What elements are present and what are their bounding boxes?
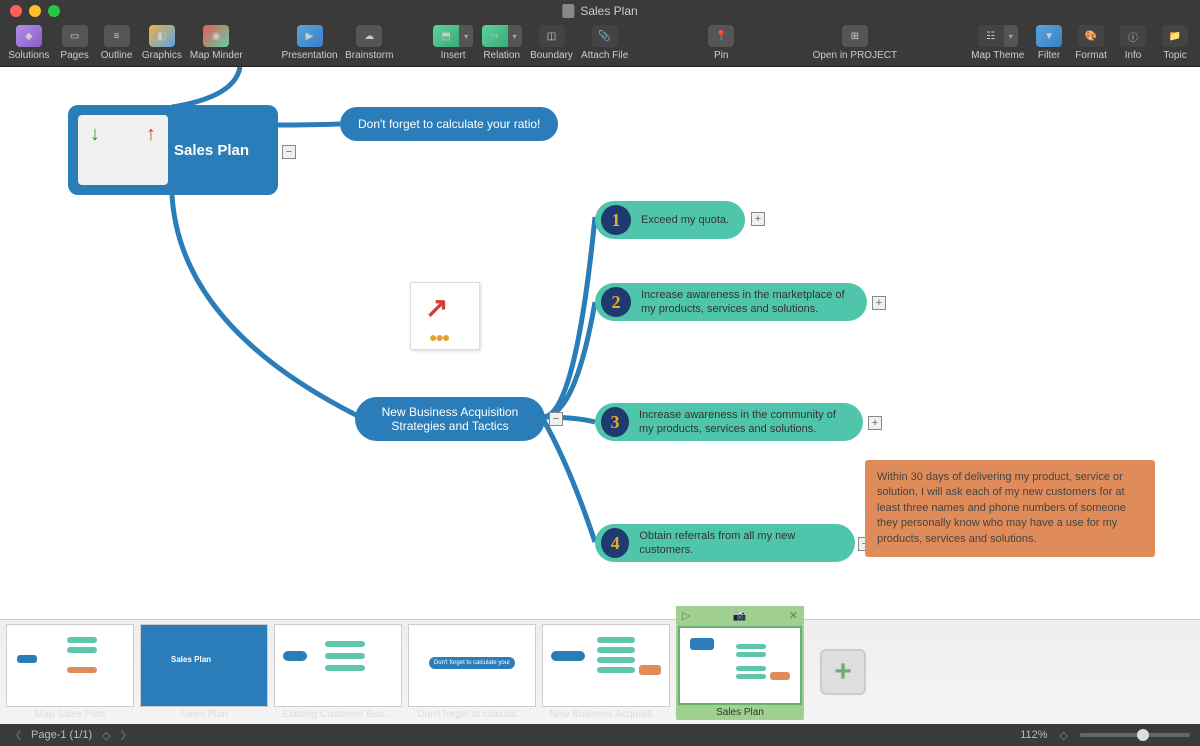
note-box[interactable]: Within 30 days of delivering my product,… [865, 460, 1155, 557]
slide-thumbnail-active[interactable]: ▷ 📷 ✕ Sales Plan [676, 624, 804, 720]
leaf-2-expand-toggle[interactable]: + [872, 296, 886, 310]
solutions-button[interactable]: ◆Solutions [6, 25, 52, 61]
relation-button[interactable]: ⤳▾Relation [479, 25, 524, 61]
outline-icon: ≡ [104, 25, 130, 47]
add-slide-button[interactable]: + [820, 649, 866, 695]
play-slide-icon[interactable]: ▷ [682, 609, 690, 622]
callout-note[interactable]: Don't forget to calculate your ratio! [340, 107, 558, 141]
root-collapse-toggle[interactable]: − [282, 145, 296, 159]
boundary-button[interactable]: ◫Boundary [528, 25, 575, 61]
slide-caption: Sales Plan [140, 707, 268, 720]
map-minder-button[interactable]: ◉Map Minder [188, 25, 244, 61]
subtopic[interactable]: New Business Acquisition Strategies and … [355, 397, 545, 441]
next-page-button[interactable]: 〉 [121, 727, 132, 743]
relation-dropdown[interactable]: ▾ [508, 25, 522, 47]
format-icon: 🎨 [1078, 25, 1104, 47]
zoom-slider[interactable] [1080, 733, 1190, 737]
leaf-2-label: Increase awareness in the marketplace of… [641, 288, 851, 317]
camera-icon[interactable]: 📷 [733, 609, 747, 622]
root-topic[interactable]: Sales Plan [68, 105, 278, 195]
slide-caption: Sales Plan [678, 705, 802, 718]
document-icon [562, 4, 574, 18]
map-theme-button[interactable]: ☷▾Map Theme [969, 25, 1026, 61]
zoom-stepper[interactable]: ◇ [1060, 729, 1068, 742]
insert-dropdown[interactable]: ▾ [459, 25, 473, 47]
subtopic-label: New Business Acquisition Strategies and … [365, 405, 535, 433]
badge-1-icon: 1 [601, 205, 631, 235]
leaf-topic-2[interactable]: 2 Increase awareness in the marketplace … [595, 283, 867, 321]
brainstorm-button[interactable]: ☁Brainstorm [343, 25, 395, 61]
map-minder-icon: ◉ [203, 25, 229, 47]
leaf-1-label: Exceed my quota. [641, 213, 729, 227]
insert-icon: ⬒ [433, 25, 459, 47]
slide-thumbnail[interactable]: Sales Plan Sales Plan [140, 624, 268, 720]
slide-tools: ▷ 📷 ✕ [676, 606, 804, 624]
filter-button[interactable]: ▼Filter [1030, 25, 1068, 61]
pin-button[interactable]: 📍Pin [702, 25, 740, 61]
format-button[interactable]: 🎨Format [1072, 25, 1110, 61]
slide-thumbnail[interactable]: Don't forget to calculate your ratio! Do… [408, 624, 536, 720]
root-topic-image [78, 115, 168, 185]
presentation-icon: ▶ [297, 25, 323, 47]
window-zoom-button[interactable] [48, 5, 60, 17]
relation-icon: ⤳ [482, 25, 508, 47]
attach-file-icon: 📎 [592, 25, 618, 47]
zoom-level: 112% [1020, 729, 1047, 741]
topic-icon: 📁 [1162, 25, 1188, 47]
leaf-topic-4[interactable]: 4 Obtain referrals from all my new custo… [595, 524, 855, 562]
window-title: Sales Plan [562, 4, 637, 18]
open-project-button[interactable]: ⊞Open in PROJECT [812, 25, 897, 61]
pages-icon: ▭ [62, 25, 88, 47]
open-project-icon: ⊞ [842, 25, 868, 47]
leaf-topic-1[interactable]: 1 Exceed my quota. [595, 201, 745, 239]
info-icon: ⓘ [1120, 25, 1146, 47]
slide-caption: Map Sales Plan [6, 707, 134, 720]
mindmap-canvas[interactable]: Sales Plan − Don't forget to calculate y… [0, 67, 1200, 619]
badge-4-icon: 4 [601, 528, 629, 558]
badge-3-icon: 3 [601, 407, 629, 437]
prev-page-button[interactable]: 〈 [10, 727, 21, 743]
map-theme-dropdown[interactable]: ▾ [1004, 25, 1018, 47]
solutions-icon: ◆ [16, 25, 42, 47]
titlebar: Sales Plan [0, 0, 1200, 22]
window-close-button[interactable] [10, 5, 22, 17]
leaf-topic-3[interactable]: 3 Increase awareness in the community of… [595, 403, 863, 441]
slides-panel: Map Sales Plan Sales Plan Sales Plan Exi… [0, 619, 1200, 724]
filter-icon: ▼ [1036, 25, 1062, 47]
topic-button[interactable]: 📁Topic [1156, 25, 1194, 61]
root-topic-label: Sales Plan [174, 142, 249, 159]
slide-caption: Existing Customer Bus… [274, 707, 402, 720]
boundary-icon: ◫ [539, 25, 565, 47]
chart-image [410, 282, 480, 350]
pages-button[interactable]: ▭Pages [56, 25, 94, 61]
leaf-3-label: Increase awareness in the community of m… [639, 408, 849, 437]
presentation-button[interactable]: ▶Presentation [280, 25, 339, 61]
slide-caption: Don't forget to calculat… [408, 707, 536, 720]
info-button[interactable]: ⓘInfo [1114, 25, 1152, 61]
leaf-3-expand-toggle[interactable]: + [868, 416, 882, 430]
window-minimize-button[interactable] [29, 5, 41, 17]
slide-thumbnail[interactable]: Map Sales Plan [6, 624, 134, 720]
close-slide-icon[interactable]: ✕ [789, 609, 798, 622]
page-indicator: Page-1 (1/1) [31, 729, 92, 741]
status-bar: 〈 Page-1 (1/1) ◇ 〉 112% ◇ [0, 724, 1200, 746]
attach-file-button[interactable]: 📎Attach File [579, 25, 630, 61]
leaf-4-label: Obtain referrals from all my new custome… [639, 529, 841, 558]
insert-button[interactable]: ⬒▾Insert [431, 25, 476, 61]
slide-thumbnail[interactable]: New Business Acquisiti… [542, 624, 670, 720]
badge-2-icon: 2 [601, 287, 631, 317]
graphics-button[interactable]: ◧Graphics [140, 25, 185, 61]
slide-caption: New Business Acquisiti… [542, 707, 670, 720]
main-toolbar: ◆Solutions ▭Pages ≡Outline ◧Graphics ◉Ma… [0, 22, 1200, 67]
subtopic-collapse-toggle[interactable]: − [549, 412, 563, 426]
slide-thumbnail[interactable]: Existing Customer Bus… [274, 624, 402, 720]
graphics-icon: ◧ [149, 25, 175, 47]
brainstorm-icon: ☁ [356, 25, 382, 47]
outline-button[interactable]: ≡Outline [98, 25, 136, 61]
pin-icon: 📍 [708, 25, 734, 47]
map-theme-icon: ☷ [978, 25, 1004, 47]
leaf-1-expand-toggle[interactable]: + [751, 212, 765, 226]
page-stepper[interactable]: ◇ [102, 729, 110, 742]
